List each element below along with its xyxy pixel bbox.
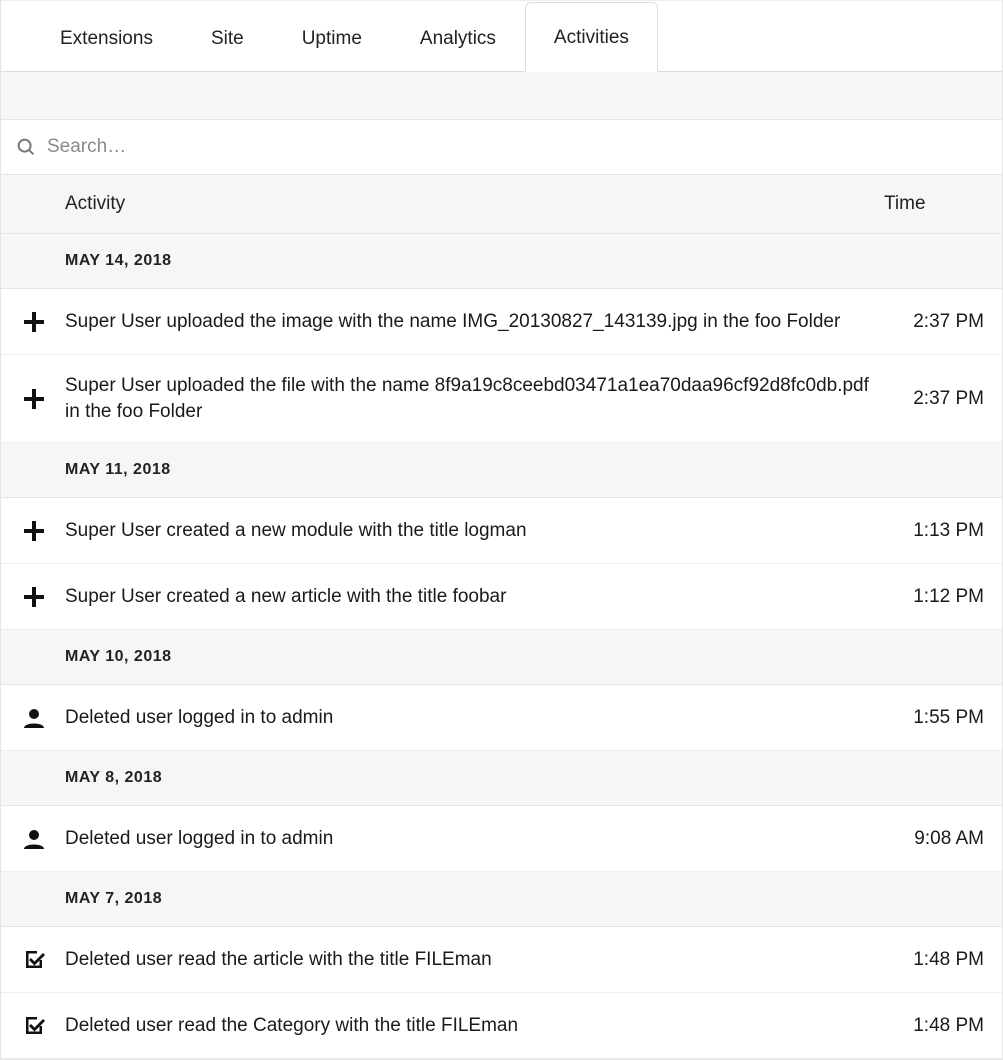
activity-time: 2:37 PM [889,388,984,410]
activity-row[interactable]: Deleted user logged in to admin9:08 AM [1,806,1002,872]
activity-time: 1:48 PM [889,949,984,971]
search-input[interactable] [47,136,988,158]
search-bar [1,120,1002,175]
user-icon [15,706,53,730]
activity-description: Super User created a new article with th… [53,584,889,610]
plus-icon [15,519,53,543]
toolbar-spacer [1,72,1002,120]
activity-row[interactable]: Deleted user read the article with the t… [1,927,1002,993]
activity-description: Super User created a new module with the… [53,518,889,544]
date-header: MAY 11, 2018 [1,443,1002,498]
plus-icon [15,585,53,609]
user-icon [15,827,53,851]
activity-row[interactable]: Deleted user read the Category with the … [1,993,1002,1059]
date-header: MAY 7, 2018 [1,872,1002,927]
activity-list: MAY 14, 2018 Super User uploaded the imag… [1,234,1002,1059]
activity-description: Super User uploaded the file with the na… [53,373,889,424]
activity-description: Deleted user logged in to admin [53,826,889,852]
activity-row[interactable]: Super User uploaded the file with the na… [1,355,1002,443]
activity-time: 1:48 PM [889,1015,984,1037]
plus-icon [15,387,53,411]
tab-site[interactable]: Site [182,3,273,72]
activity-row[interactable]: Super User created a new module with the… [1,498,1002,564]
activity-row[interactable]: Super User uploaded the image with the n… [1,289,1002,355]
check-square-icon [15,948,53,972]
activities-panel: ExtensionsSiteUptimeAnalyticsActivities … [0,0,1003,1060]
activity-description: Super User uploaded the image with the n… [53,309,889,335]
column-headers: Activity Time [1,175,1002,234]
activity-time: 9:08 AM [889,828,984,850]
date-header: MAY 10, 2018 [1,630,1002,685]
column-header-time[interactable]: Time [884,193,984,215]
activity-row[interactable]: Deleted user logged in to admin1:55 PM [1,685,1002,751]
activity-time: 1:55 PM [889,707,984,729]
date-header: MAY 8, 2018 [1,751,1002,806]
tab-extensions[interactable]: Extensions [31,3,182,72]
activity-time: 1:12 PM [889,586,984,608]
tab-bar: ExtensionsSiteUptimeAnalyticsActivities [1,1,1002,72]
activity-time: 1:13 PM [889,520,984,542]
date-header: MAY 14, 2018 [1,234,1002,289]
column-header-activity[interactable]: Activity [65,193,884,215]
tab-uptime[interactable]: Uptime [273,3,391,72]
activity-description: Deleted user read the article with the t… [53,947,889,973]
check-square-icon [15,1014,53,1038]
tab-activities[interactable]: Activities [525,2,658,72]
activity-description: Deleted user logged in to admin [53,705,889,731]
plus-icon [15,310,53,334]
tab-analytics[interactable]: Analytics [391,3,525,72]
activity-description: Deleted user read the Category with the … [53,1013,889,1039]
activity-time: 2:37 PM [889,311,984,333]
search-icon [15,136,37,158]
activity-row[interactable]: Super User created a new article with th… [1,564,1002,630]
